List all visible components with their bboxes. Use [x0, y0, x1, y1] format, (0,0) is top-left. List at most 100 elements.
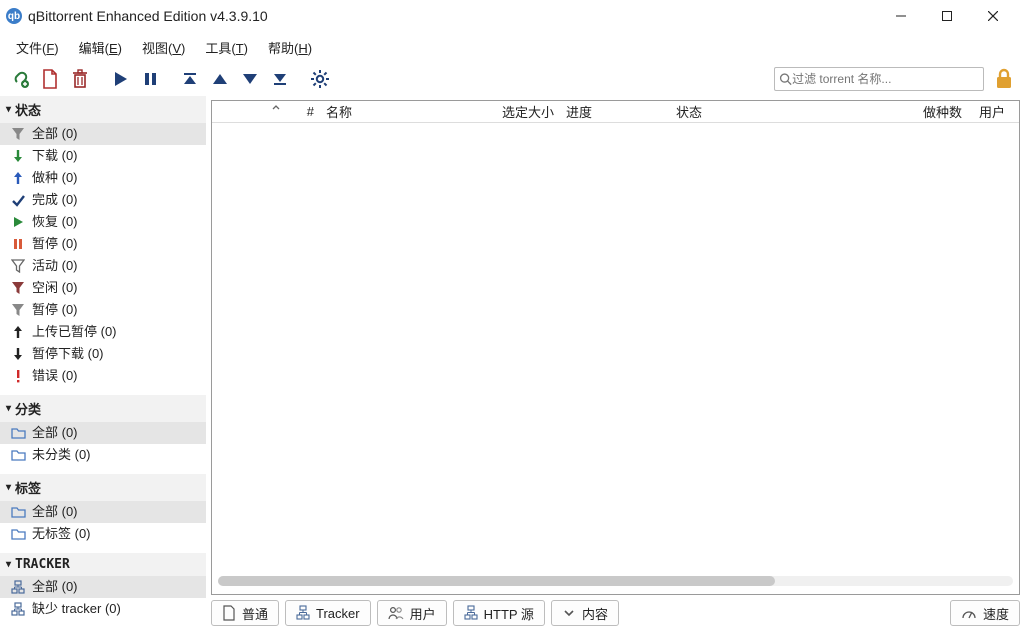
tab-http[interactable]: HTTP 源	[453, 600, 545, 626]
menu-bar: 文件(F) 编辑(E) 视图(V) 工具(T) 帮助(H)	[0, 32, 1024, 62]
col-size[interactable]: 选定大小	[480, 102, 560, 121]
minimize-button[interactable]	[878, 1, 924, 31]
sidebar-item-label: 无标签 (0)	[32, 526, 91, 542]
sidebar-item-label: 全部 (0)	[32, 126, 78, 142]
tag-untagged[interactable]: 无标签 (0)	[0, 523, 206, 545]
sort-indicator-icon	[272, 104, 280, 112]
pause-button[interactable]	[136, 65, 164, 93]
sidebar-header-tag[interactable]: ▾ 标签	[0, 474, 206, 501]
tag-all[interactable]: 全部 (0)	[0, 501, 206, 523]
maximize-button[interactable]	[924, 1, 970, 31]
status-active[interactable]: 活动 (0)	[0, 255, 206, 277]
move-down-button[interactable]	[236, 65, 264, 93]
status-inactive[interactable]: 空闲 (0)	[0, 277, 206, 299]
folder-icon	[10, 526, 26, 542]
sidebar-item-label: 上传已暂停 (0)	[32, 324, 117, 340]
sidebar-item-label: 完成 (0)	[32, 192, 78, 208]
sidebar-header-category[interactable]: ▾ 分类	[0, 395, 206, 422]
tab-label: 内容	[582, 604, 608, 623]
tracker-all[interactable]: 全部 (0)	[0, 576, 206, 598]
folder-icon	[10, 447, 26, 463]
network-icon	[10, 579, 26, 595]
sidebar-header-tracker[interactable]: ▾ TRACKER	[0, 553, 206, 576]
resume-button[interactable]	[106, 65, 134, 93]
check-icon	[10, 192, 26, 208]
category-uncategorized[interactable]: 未分类 (0)	[0, 444, 206, 466]
tab-peers[interactable]: 用户	[377, 600, 447, 626]
sidebar-item-label: 暂停 (0)	[32, 302, 78, 318]
sidebar-item-label: 活动 (0)	[32, 258, 78, 274]
col-seeds[interactable]: 做种数	[860, 102, 968, 121]
status-resumed[interactable]: 恢复 (0)	[0, 211, 206, 233]
sidebar-item-label: 恢复 (0)	[32, 214, 78, 230]
status-stalled-downloading[interactable]: 暂停下载 (0)	[0, 343, 206, 365]
filter-input[interactable]	[792, 72, 979, 86]
chevron-down-icon: ▾	[6, 403, 11, 414]
status-errored[interactable]: 错误 (0)	[0, 365, 206, 387]
tracker-missing[interactable]: 缺少 tracker (0)	[0, 598, 206, 620]
sidebar-header-status[interactable]: ▾ 状态	[0, 96, 206, 123]
tab-content[interactable]: 内容	[551, 600, 619, 626]
lock-icon[interactable]	[994, 68, 1014, 90]
col-progress[interactable]: 进度	[560, 102, 670, 121]
title-bar: qb qBittorrent Enhanced Edition v4.3.9.1…	[0, 0, 1024, 32]
gauge-icon	[961, 606, 977, 620]
status-completed[interactable]: 完成 (0)	[0, 189, 206, 211]
tab-tracker[interactable]: Tracker	[285, 600, 371, 626]
status-paused[interactable]: 暂停 (0)	[0, 233, 206, 255]
move-top-button[interactable]	[176, 65, 204, 93]
tab-label: 速度	[983, 604, 1009, 623]
sidebar-item-label: 全部 (0)	[32, 425, 78, 441]
torrent-list-body[interactable]	[212, 123, 1019, 594]
menu-edit[interactable]: 编辑(E)	[69, 34, 132, 61]
add-link-button[interactable]	[6, 65, 34, 93]
users-icon	[388, 606, 404, 620]
filter-search-box[interactable]	[774, 67, 984, 91]
sidebar-header-label: 状态	[15, 100, 41, 119]
pause-icon	[10, 236, 26, 252]
main-area: # 名称 选定大小 进度 状态 做种数 用户 普通 T	[207, 96, 1024, 627]
horizontal-scrollbar[interactable]	[218, 574, 1013, 588]
folder-icon	[10, 504, 26, 520]
settings-button[interactable]	[306, 65, 334, 93]
move-up-button[interactable]	[206, 65, 234, 93]
tab-label: 普通	[242, 604, 268, 623]
tab-speed[interactable]: 速度	[950, 600, 1020, 626]
status-stalled-uploading[interactable]: 上传已暂停 (0)	[0, 321, 206, 343]
add-file-button[interactable]	[36, 65, 64, 93]
move-bottom-button[interactable]	[266, 65, 294, 93]
chevron-down-icon: ▾	[6, 482, 11, 493]
chevron-down-icon: ▾	[6, 559, 11, 570]
status-downloading[interactable]: 下载 (0)	[0, 145, 206, 167]
tab-general[interactable]: 普通	[211, 600, 279, 626]
upload-arrow-icon	[10, 170, 26, 186]
menu-file[interactable]: 文件(F)	[6, 34, 69, 61]
sidebar-item-label: 暂停下载 (0)	[32, 346, 104, 362]
network-icon	[464, 605, 478, 621]
tab-label: Tracker	[316, 606, 360, 621]
chevron-down-icon: ▾	[6, 104, 11, 115]
col-status[interactable]: 状态	[670, 102, 860, 121]
status-stalled[interactable]: 暂停 (0)	[0, 299, 206, 321]
sidebar-item-label: 未分类 (0)	[32, 447, 91, 463]
status-all[interactable]: 全部 (0)	[0, 123, 206, 145]
sidebar-header-label: 标签	[15, 478, 41, 497]
close-button[interactable]	[970, 1, 1016, 31]
details-tabs: 普通 Tracker 用户 HTTP 源 内容 速度	[211, 595, 1020, 627]
col-name[interactable]: 名称	[320, 102, 480, 121]
menu-tools[interactable]: 工具(T)	[195, 34, 258, 61]
menu-view[interactable]: 视图(V)	[132, 34, 195, 61]
menu-help[interactable]: 帮助(H)	[258, 34, 322, 61]
category-all[interactable]: 全部 (0)	[0, 422, 206, 444]
document-icon	[222, 605, 236, 621]
toolbar	[0, 62, 1024, 96]
col-num[interactable]: #	[212, 104, 320, 119]
tab-label: HTTP 源	[484, 604, 534, 623]
sidebar-header-label: 分类	[15, 399, 41, 418]
funnel-icon	[10, 126, 26, 142]
error-icon	[10, 368, 26, 384]
status-seeding[interactable]: 做种 (0)	[0, 167, 206, 189]
col-users[interactable]: 用户	[968, 102, 1019, 121]
download-arrow-icon	[10, 148, 26, 164]
delete-button[interactable]	[66, 65, 94, 93]
